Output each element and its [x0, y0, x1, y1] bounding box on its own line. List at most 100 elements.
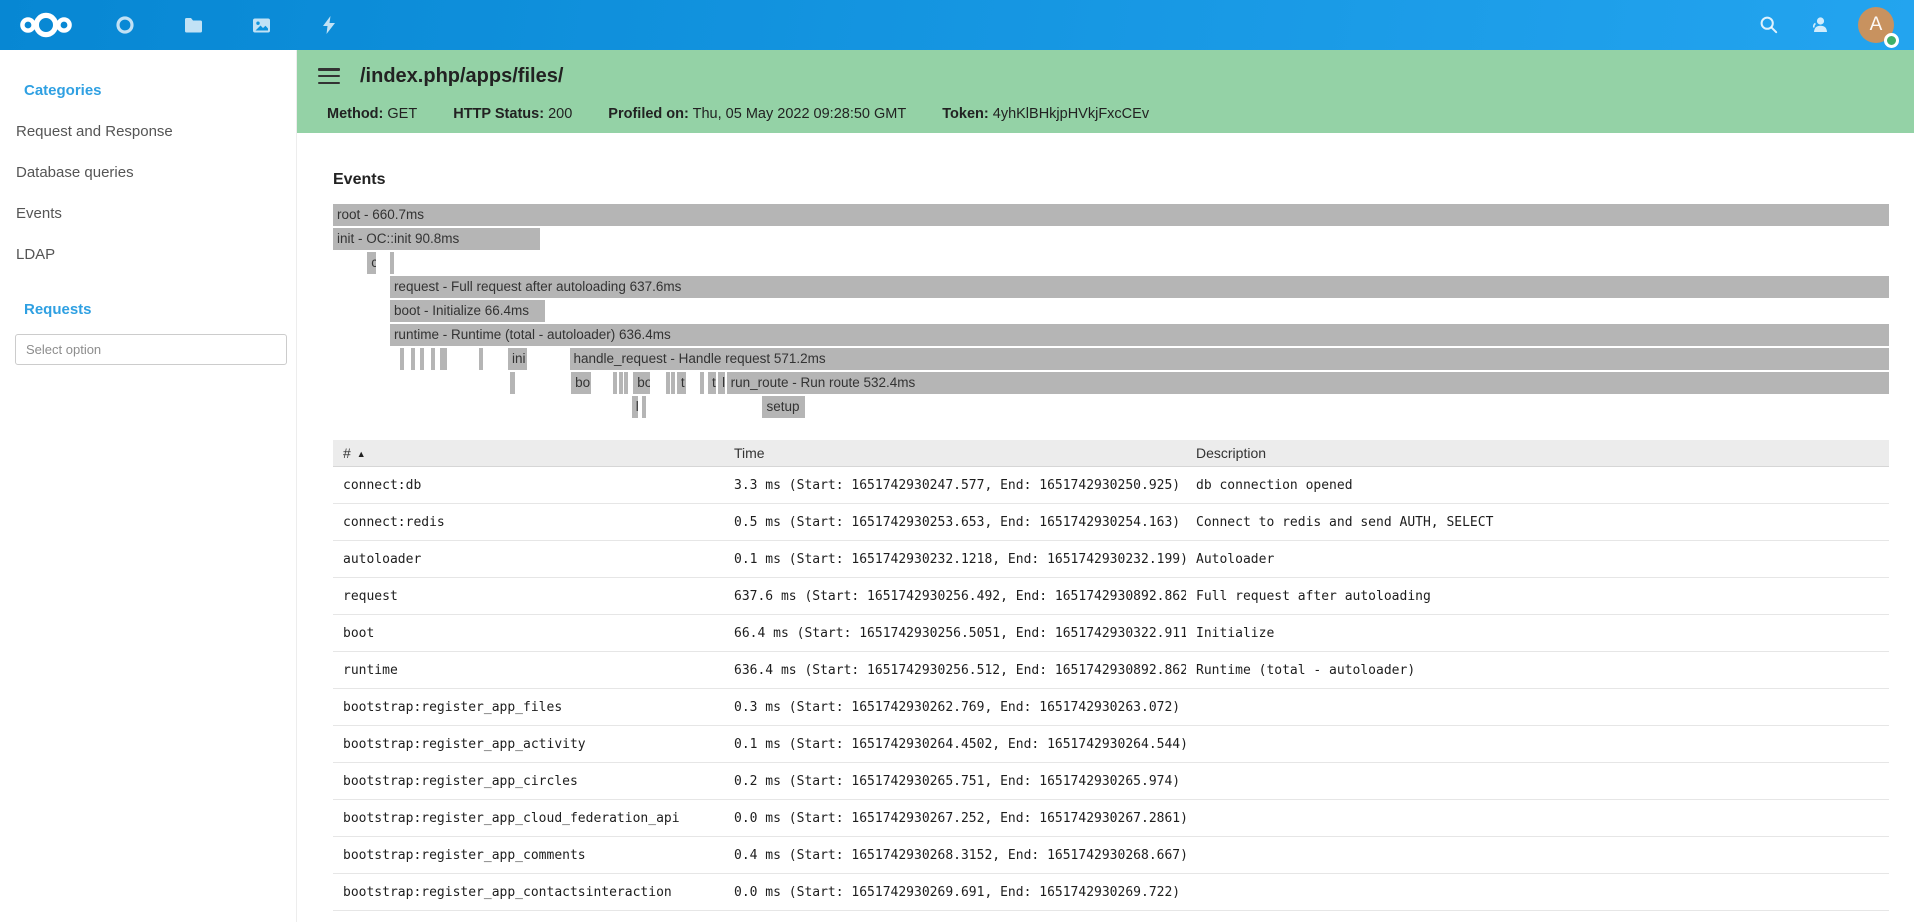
event-name-cell: connect:redis	[333, 504, 724, 541]
event-description-cell: Initialize	[1186, 615, 1889, 652]
event-time-cell: 66.4 ms (Start: 1651742930256.5051, End:…	[724, 615, 1186, 652]
profile-header: /index.php/apps/files/ Method: GET HTTP …	[297, 50, 1914, 133]
event-name-cell: bootstrap:register_app_circles	[333, 763, 724, 800]
event-name-cell: bootstrap:register_app_cloud_federation_…	[333, 800, 724, 837]
timeline-bar: bo	[571, 372, 590, 394]
event-time-cell: 0.1 ms (Start: 1651742930264.4502, End: …	[724, 726, 1186, 763]
search-icon[interactable]	[1758, 14, 1780, 36]
sidebar-item-request-and-response[interactable]: Request and Response	[0, 111, 296, 152]
timeline-bar: t	[708, 372, 716, 394]
page-title: /index.php/apps/files/	[360, 62, 563, 90]
timeline-bar: l	[632, 396, 638, 418]
timeline-bar	[613, 372, 617, 394]
table-row: runtime636.4 ms (Start: 1651742930256.51…	[333, 652, 1889, 689]
events-table-body: connect:db3.3 ms (Start: 1651742930247.5…	[333, 467, 1889, 911]
timeline-bar	[420, 348, 424, 370]
timeline-bar: ini	[508, 348, 527, 370]
column-header-index[interactable]: #▲	[333, 440, 724, 467]
topbar-right-group: A	[1758, 7, 1894, 43]
event-description-cell	[1186, 837, 1889, 874]
event-description-cell: Connect to redis and send AUTH, SELECT	[1186, 504, 1889, 541]
topbar: A	[0, 0, 1914, 50]
event-name-cell: bootstrap:register_app_comments	[333, 837, 724, 874]
timeline-bar	[671, 372, 675, 394]
sidebar-item-events[interactable]: Events	[0, 193, 296, 234]
table-row: bootstrap:register_app_cloud_federation_…	[333, 800, 1889, 837]
table-row: request637.6 ms (Start: 1651742930256.49…	[333, 578, 1889, 615]
sidebar-item-ldap[interactable]: LDAP	[0, 234, 296, 275]
sidebar-item-database-queries[interactable]: Database queries	[0, 152, 296, 193]
table-row: connect:redis0.5 ms (Start: 165174293025…	[333, 504, 1889, 541]
table-header-row: #▲ Time Description	[333, 440, 1889, 467]
timeline-bar: setup	[762, 396, 805, 418]
event-description-cell	[1186, 874, 1889, 911]
timeline-bar	[666, 372, 670, 394]
event-name-cell: runtime	[333, 652, 724, 689]
timeline-row: c	[333, 252, 1889, 274]
timeline-bar	[440, 348, 447, 370]
event-time-cell: 637.6 ms (Start: 1651742930256.492, End:…	[724, 578, 1186, 615]
timeline-bar: root - 660.7ms	[333, 204, 1889, 226]
contacts-icon[interactable]	[1808, 14, 1830, 36]
event-name-cell: bootstrap:register_app_activity	[333, 726, 724, 763]
timeline-row: l setup	[333, 396, 1889, 418]
timeline-row: runtime - Runtime (total - autoloader) 6…	[333, 324, 1889, 346]
timeline-bar: bo	[633, 372, 650, 394]
column-header-time[interactable]: Time	[724, 440, 1186, 467]
events-timeline: root - 660.7msinit - OC::init 90.8mscreq…	[333, 204, 1889, 418]
request-select-input[interactable]	[15, 334, 287, 365]
event-name-cell: bootstrap:register_app_files	[333, 689, 724, 726]
app-icon-bar	[114, 14, 340, 36]
event-time-cell: 636.4 ms (Start: 1651742930256.512, End:…	[724, 652, 1186, 689]
profiler-circle-icon[interactable]	[114, 14, 136, 36]
meta-http-status: HTTP Status: 200	[453, 106, 572, 122]
timeline-bar: c	[367, 252, 376, 274]
timeline-bar: request - Full request after autoloading…	[390, 276, 1889, 298]
event-name-cell: bootstrap:register_app_contactsinteracti…	[333, 874, 724, 911]
nextcloud-logo[interactable]	[18, 10, 74, 40]
meta-method: Method: GET	[327, 106, 417, 122]
timeline-bar	[411, 348, 415, 370]
event-description-cell	[1186, 726, 1889, 763]
timeline-row: boot - Initialize 66.4ms	[333, 300, 1889, 322]
timeline-row: ini handle_request - Handle request 571.2…	[333, 348, 1889, 370]
hamburger-menu-icon[interactable]	[318, 68, 340, 84]
event-name-cell: autoloader	[333, 541, 724, 578]
event-time-cell: 0.3 ms (Start: 1651742930262.769, End: 1…	[724, 689, 1186, 726]
table-row: autoloader0.1 ms (Start: 1651742930232.1…	[333, 541, 1889, 578]
timeline-bar: boot - Initialize 66.4ms	[390, 300, 545, 322]
sort-ascending-icon: ▲	[357, 449, 366, 459]
timeline-bar	[479, 348, 483, 370]
timeline-row: bobottlrun_route - Run route 532.4ms	[333, 372, 1889, 394]
table-row: bootstrap:register_app_files0.3 ms (Star…	[333, 689, 1889, 726]
event-description-cell: db connection opened	[1186, 467, 1889, 504]
event-description-cell	[1186, 689, 1889, 726]
event-time-cell: 0.4 ms (Start: 1651742930268.3152, End: …	[724, 837, 1186, 874]
event-description-cell: Autoloader	[1186, 541, 1889, 578]
timeline-bar: init - OC::init 90.8ms	[333, 228, 540, 250]
user-avatar[interactable]: A	[1858, 7, 1894, 43]
timeline-bar: runtime - Runtime (total - autoloader) 6…	[390, 324, 1889, 346]
event-name-cell: connect:db	[333, 467, 724, 504]
table-row: bootstrap:register_app_contactsinteracti…	[333, 874, 1889, 911]
column-header-description[interactable]: Description	[1186, 440, 1889, 467]
activity-lightning-icon[interactable]	[318, 14, 340, 36]
event-time-cell: 3.3 ms (Start: 1651742930247.577, End: 1…	[724, 467, 1186, 504]
timeline-bar	[390, 252, 394, 274]
photos-image-icon[interactable]	[250, 14, 272, 36]
event-time-cell: 0.0 ms (Start: 1651742930267.252, End: 1…	[724, 800, 1186, 837]
timeline-bar	[400, 348, 404, 370]
timeline-bar: handle_request - Handle request 571.2ms	[570, 348, 1889, 370]
event-time-cell: 0.0 ms (Start: 1651742930269.691, End: 1…	[724, 874, 1186, 911]
timeline-row: root - 660.7ms	[333, 204, 1889, 226]
sidebar: Categories Request and Response Database…	[0, 50, 297, 922]
requests-heading: Requests	[24, 301, 296, 318]
categories-heading: Categories	[24, 82, 296, 99]
event-name-cell: request	[333, 578, 724, 615]
timeline-row: request - Full request after autoloading…	[333, 276, 1889, 298]
files-folder-icon[interactable]	[182, 14, 204, 36]
timeline-bar: t	[677, 372, 686, 394]
table-row: connect:db3.3 ms (Start: 1651742930247.5…	[333, 467, 1889, 504]
event-name-cell: boot	[333, 615, 724, 652]
event-time-cell: 0.5 ms (Start: 1651742930253.653, End: 1…	[724, 504, 1186, 541]
